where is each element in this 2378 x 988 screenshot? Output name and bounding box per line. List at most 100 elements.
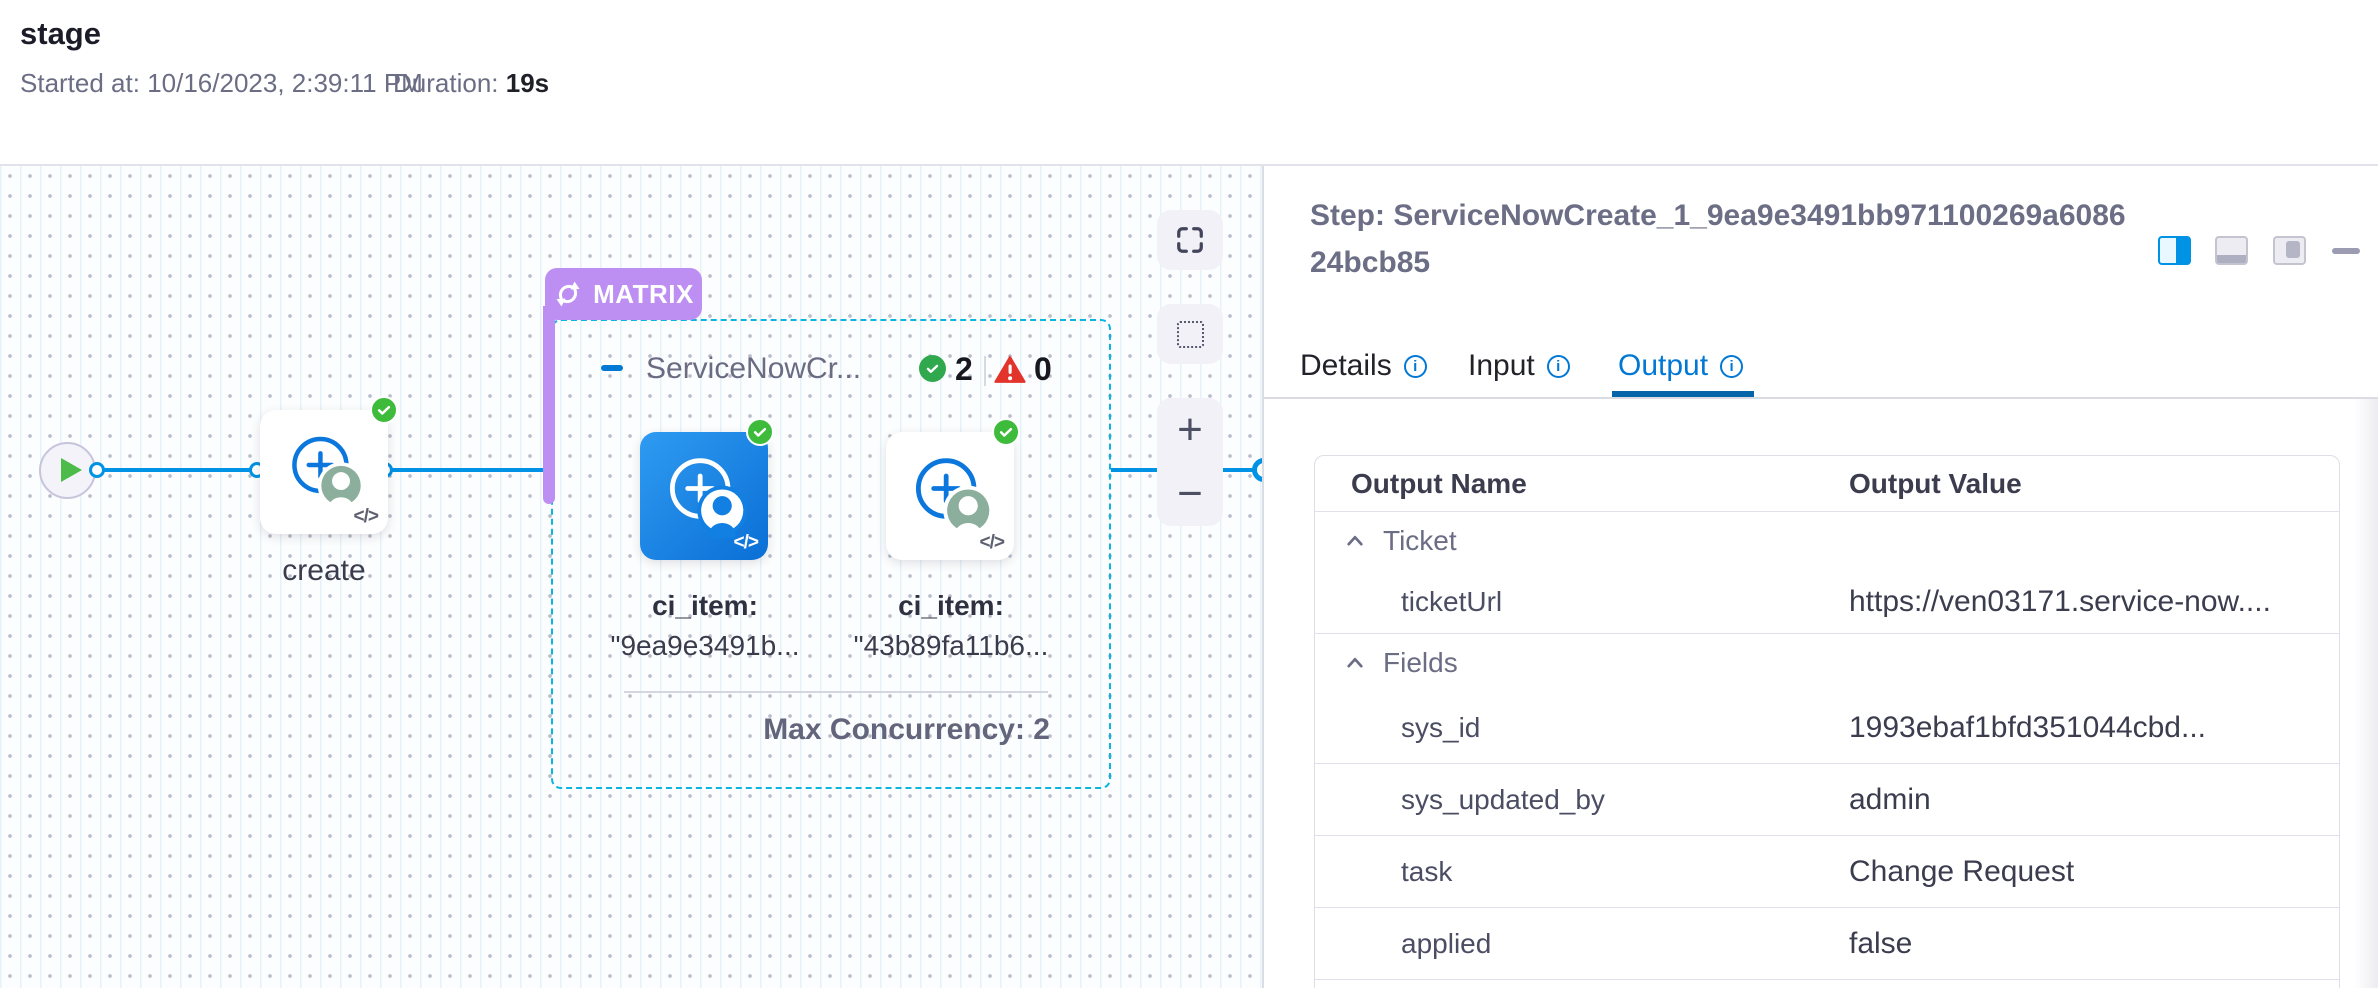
output-name: sys_id	[1315, 712, 1849, 744]
code-icon: </>	[734, 532, 758, 554]
success-status-icon	[746, 418, 774, 446]
zoom-in-button[interactable]: +	[1177, 408, 1203, 452]
output-name-header: Output Name	[1315, 468, 1849, 500]
output-value-header: Output Value	[1849, 468, 2022, 500]
matrix-item-key: ci_item:	[820, 586, 1082, 626]
layout-bottom-view-button[interactable]	[2215, 236, 2248, 265]
chevron-up-icon	[1345, 653, 1365, 673]
output-value: admin	[1849, 783, 1931, 817]
table-row: ticketUrl https://ven03171.service-now..…	[1315, 570, 2339, 634]
selection-mode-button[interactable]	[1157, 304, 1223, 364]
step-title-label: Step:	[1310, 199, 1385, 232]
check-icon	[375, 401, 393, 419]
matrix-step-node-1[interactable]: </>	[640, 432, 768, 560]
minimize-panel-button[interactable]	[2332, 248, 2360, 254]
duration: Duration: 19s	[393, 68, 549, 99]
start-node[interactable]	[39, 442, 96, 499]
servicenow-step-icon	[904, 446, 996, 538]
pipeline-canvas[interactable]: </> create MATRIX ServiceNowCr... 2 0	[0, 166, 1264, 988]
matrix-item-label-2: ci_item: "43b89fa11b6...	[820, 586, 1082, 666]
layout-right-view-glyph	[2286, 241, 2300, 258]
create-node-label: create	[250, 554, 398, 588]
matrix-item-key: ci_item:	[574, 586, 836, 626]
success-count-icon	[919, 355, 946, 382]
count-divider	[984, 356, 986, 386]
output-name: sys_updated_by	[1315, 784, 1849, 816]
matrix-title: ServiceNowCr...	[646, 352, 861, 386]
edge-create-to-matrix	[386, 468, 554, 472]
success-count: 2	[955, 351, 973, 388]
panel-edge-fade	[2354, 399, 2378, 988]
step-node-create[interactable]: </>	[260, 410, 388, 534]
matrix-collapse-button[interactable]	[601, 365, 623, 371]
group-toggle-ticket[interactable]: Ticket	[1315, 525, 1457, 557]
max-concurrency-label: Max Concurrency: 2	[700, 713, 1050, 747]
output-table-header: Output Name Output Value	[1315, 456, 2339, 512]
layout-split-view-button[interactable]	[2158, 236, 2191, 265]
success-status-icon	[992, 418, 1020, 446]
tab-input[interactable]: Input i	[1468, 349, 1570, 383]
servicenow-step-icon	[658, 446, 750, 538]
matrix-tag: MATRIX	[545, 268, 702, 320]
matrix-step-node-2[interactable]: </>	[886, 432, 1014, 560]
play-icon	[61, 458, 82, 482]
tab-details-label: Details	[1300, 349, 1392, 383]
started-at: Started at: 10/16/2023, 2:39:11 PM	[20, 68, 423, 99]
tab-details[interactable]: Details i	[1300, 349, 1427, 383]
check-icon	[997, 423, 1015, 441]
tab-output[interactable]: Output i	[1618, 349, 1743, 383]
info-icon[interactable]: i	[1547, 355, 1570, 378]
matrix-group-bar	[543, 306, 555, 504]
page-title: stage	[20, 16, 101, 52]
servicenow-step-icon	[281, 426, 367, 512]
edge-port	[89, 462, 105, 478]
table-row: sys_updated_by admin	[1315, 764, 2339, 836]
step-title-name: ServiceNowCreate_1_9ea9e3491bb971100269a…	[1310, 199, 2126, 279]
matrix-item-value: "9ea9e3491b...	[574, 626, 836, 666]
table-row: sys_id 1993ebaf1bfd351044cbd...	[1315, 692, 2339, 764]
fullscreen-icon	[1175, 225, 1205, 255]
group-toggle-fields[interactable]: Fields	[1315, 647, 1458, 679]
step-title: Step: ServiceNowCreate_1_9ea9e3491bb9711…	[1310, 192, 2128, 286]
tabs-divider	[1264, 397, 2378, 399]
warning-icon	[994, 355, 1026, 384]
code-icon: </>	[980, 532, 1004, 554]
output-value: false	[1849, 927, 1912, 961]
duration-value: 19s	[506, 68, 549, 98]
started-at-label: Started at:	[20, 68, 140, 98]
duration-label: Duration:	[393, 68, 499, 98]
matrix-item-value: "43b89fa11b6...	[820, 626, 1082, 666]
matrix-item-label-1: ci_item: "9ea9e3491b...	[574, 586, 836, 666]
edge-start-to-create	[95, 468, 259, 472]
fullscreen-button[interactable]	[1157, 210, 1223, 270]
info-icon[interactable]: i	[1404, 355, 1427, 378]
loop-icon	[553, 279, 583, 309]
matrix-tag-label: MATRIX	[593, 279, 694, 310]
output-name: applied	[1315, 928, 1849, 960]
output-value: Change Request	[1849, 855, 2074, 889]
zoom-out-button[interactable]: −	[1177, 472, 1203, 516]
info-icon[interactable]: i	[1720, 355, 1743, 378]
code-icon: </>	[354, 506, 378, 528]
group-row-ticket: Ticket	[1315, 512, 2339, 570]
marquee-icon	[1177, 321, 1204, 348]
stage-header: stage Started at: 10/16/2023, 2:39:11 PM…	[0, 0, 2378, 166]
tab-input-label: Input	[1468, 349, 1535, 383]
output-table: Output Name Output Value Ticket ticketUr…	[1314, 455, 2340, 988]
failed-count: 0	[1034, 351, 1052, 388]
zoom-controls: + −	[1157, 398, 1223, 526]
table-row: task Change Request	[1315, 836, 2339, 908]
edge-port-clipped	[1252, 458, 1264, 482]
started-at-value: 10/16/2023, 2:39:11 PM	[147, 68, 423, 98]
ticket-url-link[interactable]: https://ven03171.service-now....	[1849, 585, 2271, 619]
output-value: 1993ebaf1bfd351044cbd...	[1849, 711, 2206, 745]
output-name: ticketUrl	[1315, 586, 1849, 618]
table-row: applied false	[1315, 908, 2339, 980]
layout-right-view-button[interactable]	[2273, 236, 2306, 265]
step-details-panel: Step: ServiceNowCreate_1_9ea9e3491bb9711…	[1264, 166, 2378, 988]
group-label: Ticket	[1383, 525, 1457, 557]
matrix-divider	[624, 691, 1048, 693]
output-name: task	[1315, 856, 1849, 888]
tab-output-label: Output	[1618, 349, 1708, 383]
check-icon	[924, 360, 941, 377]
